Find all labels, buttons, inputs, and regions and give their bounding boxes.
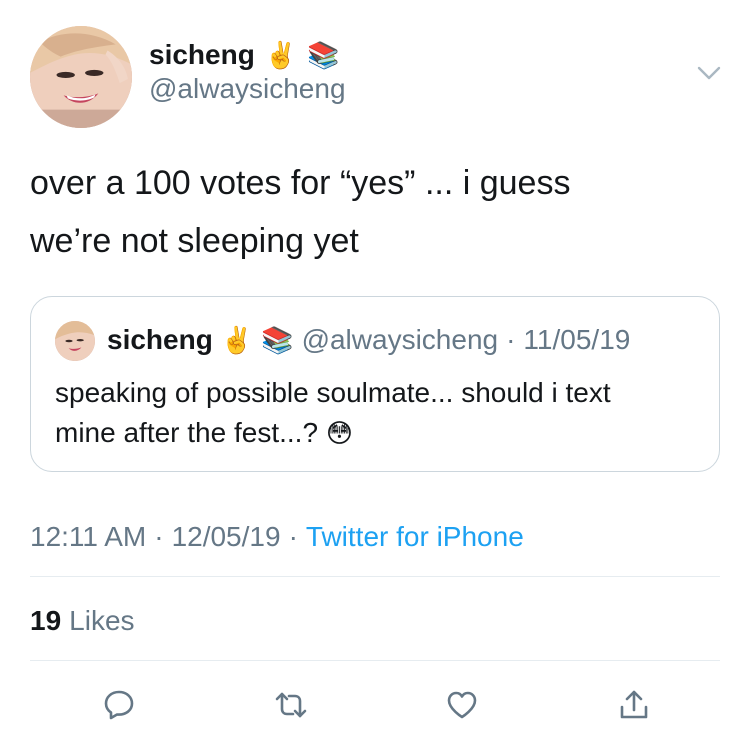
quoted-handle: @alwaysicheng	[301, 324, 499, 355]
tweet-header: sicheng ✌️ 📚 @alwaysicheng	[30, 26, 722, 128]
tweet-date[interactable]: 12/05/19	[172, 520, 281, 554]
tweet-text-line: we’re not sleeping yet	[30, 222, 359, 260]
tweet-meta: 12:11 AM · 12/05/19 · Twitter for iPhone	[30, 520, 524, 554]
divider	[30, 660, 720, 661]
share-icon	[620, 690, 648, 719]
tweet-text: over a 100 votes for “yes” ... i guess w…	[30, 154, 720, 270]
quoted-text: speaking of possible soulmate... should …	[55, 373, 695, 453]
avatar[interactable]	[30, 26, 132, 128]
quoted-separator: ·	[506, 324, 516, 355]
tweet-time[interactable]: 12:11 AM	[30, 520, 146, 554]
handle[interactable]: @alwaysicheng	[149, 72, 346, 106]
likes-stat[interactable]: 19 Likes	[30, 604, 135, 638]
quoted-text-line: mine after the fest...?	[55, 417, 319, 448]
books-emoji: 📚	[261, 325, 294, 355]
meta-separator: ·	[288, 521, 298, 552]
books-emoji: 📚	[307, 40, 340, 70]
likes-count: 19	[30, 605, 62, 636]
quoted-text-line: speaking of possible soulmate... should …	[55, 377, 611, 408]
quoted-display-name: sicheng	[107, 324, 213, 355]
flushed-face-emoji: 😳	[325, 418, 353, 448]
chevron-down-icon[interactable]	[696, 64, 722, 82]
reply-button[interactable]	[99, 685, 139, 725]
quoted-header: sicheng ✌️ 📚 @alwaysicheng · 11/05/19	[107, 323, 630, 357]
author-block[interactable]: sicheng ✌️ 📚 @alwaysicheng	[149, 38, 346, 106]
victory-hand-emoji: ✌️	[220, 325, 254, 355]
retweet-button[interactable]	[271, 685, 311, 725]
share-button[interactable]	[614, 685, 654, 725]
divider	[30, 576, 720, 577]
meta-separator: ·	[154, 521, 164, 552]
like-icon	[447, 691, 477, 719]
likes-label: Likes	[69, 605, 135, 636]
quoted-avatar	[55, 321, 95, 361]
reply-icon	[104, 690, 134, 720]
quoted-date: 11/05/19	[523, 324, 631, 355]
tweet-source-link[interactable]: Twitter for iPhone	[306, 520, 524, 554]
retweet-icon	[275, 692, 307, 718]
tweet-text-line: over a 100 votes for “yes” ... i guess	[30, 164, 571, 202]
quoted-tweet[interactable]: sicheng ✌️ 📚 @alwaysicheng · 11/05/19 sp…	[30, 296, 720, 472]
victory-hand-emoji: ✌️	[264, 40, 298, 70]
like-button[interactable]	[442, 685, 482, 725]
display-name[interactable]: sicheng	[149, 38, 255, 72]
action-bar	[0, 685, 750, 725]
